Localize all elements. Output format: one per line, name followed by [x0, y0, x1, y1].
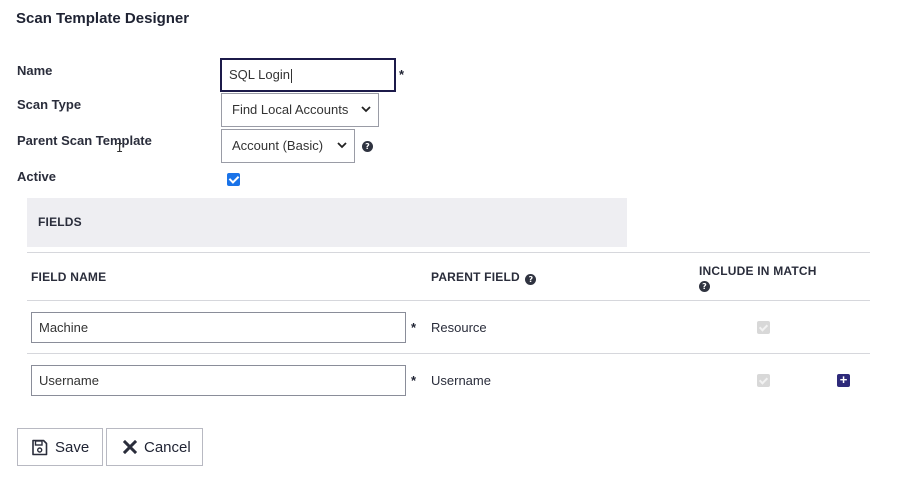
parent-template-select[interactable]: Account (Basic)	[221, 129, 355, 163]
field-name-input[interactable]: Username	[31, 365, 406, 396]
fields-section-header: FIELDS	[27, 198, 627, 247]
question-circle-icon[interactable]: ?	[362, 141, 373, 152]
column-header-parent-field: PARENT FIELD ?	[431, 270, 537, 285]
text-caret	[290, 68, 292, 83]
scan-type-value: Find Local Accounts	[232, 102, 349, 117]
save-button[interactable]: Save	[17, 428, 104, 466]
table-header-divider	[27, 300, 870, 301]
cancel-button-label: Cancel	[144, 438, 191, 456]
scan-type-label: Scan Type	[17, 97, 82, 112]
name-input[interactable]: SQL Login	[220, 58, 396, 92]
active-checkbox[interactable]	[227, 173, 240, 186]
add-field-button[interactable]: +	[837, 372, 850, 387]
name-required-mark: *	[399, 67, 405, 82]
x-icon	[123, 440, 137, 454]
fields-section-title: FIELDS	[38, 215, 82, 229]
name-label: Name	[17, 63, 53, 78]
field-name-value: Machine	[39, 320, 89, 335]
parent-template-value: Account (Basic)	[232, 138, 324, 153]
parent-template-label: Parent Scan Template	[17, 133, 152, 148]
plus-square-icon: +	[839, 372, 848, 387]
table-top-divider	[27, 252, 870, 253]
page-title: Scan Template Designer	[16, 10, 190, 27]
column-header-parent-field-label: PARENT FIELD	[431, 270, 520, 284]
parent-field-value: Username	[431, 373, 491, 388]
cancel-button[interactable]: Cancel	[106, 428, 203, 466]
column-header-include-label: INCLUDE IN MATCH	[699, 264, 817, 278]
save-button-label: Save	[55, 438, 90, 456]
field-required-mark: *	[411, 320, 417, 335]
chevron-down-icon	[337, 142, 347, 149]
column-header-include-in-match: INCLUDE IN MATCH ?	[699, 264, 817, 292]
include-in-match-checkbox	[757, 374, 770, 387]
text-cursor-icon: I	[116, 141, 124, 155]
floppy-disk-icon	[32, 439, 48, 455]
table-row-divider	[27, 353, 870, 354]
column-header-field-name: FIELD NAME	[31, 270, 107, 284]
active-label: Active	[17, 169, 57, 184]
field-name-value: Username	[39, 373, 99, 388]
question-circle-icon[interactable]: ?	[525, 274, 537, 285]
field-name-input[interactable]: Machine	[31, 312, 406, 343]
include-in-match-checkbox	[757, 321, 770, 334]
question-circle-icon[interactable]: ?	[699, 281, 710, 292]
chevron-down-icon	[361, 106, 371, 113]
scan-type-select[interactable]: Find Local Accounts	[221, 93, 379, 127]
parent-field-value: Resource	[431, 320, 487, 335]
field-required-mark: *	[411, 373, 417, 388]
name-input-value: SQL Login	[229, 67, 290, 82]
